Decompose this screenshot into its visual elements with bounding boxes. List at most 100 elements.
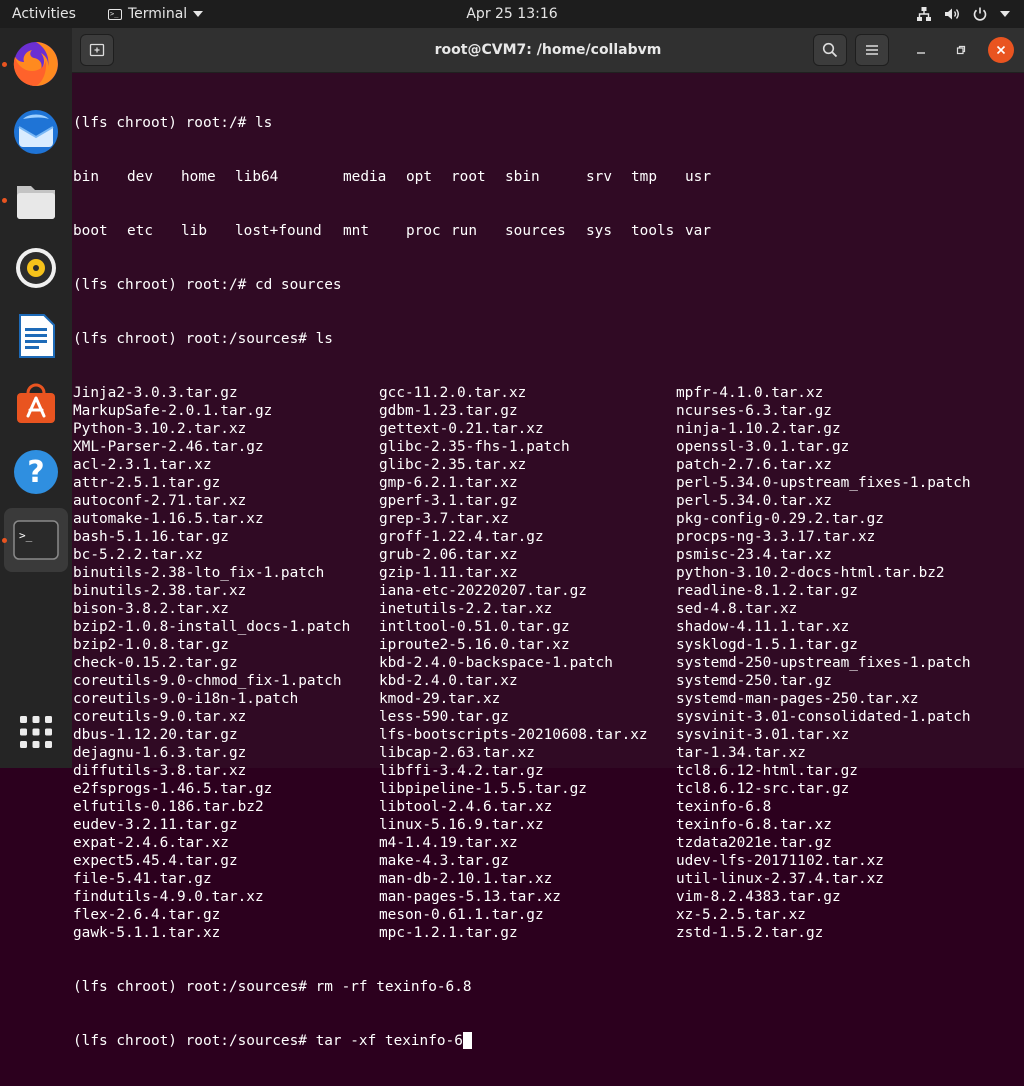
file-entry: perl-5.34.0-upstream_fixes-1.patch	[676, 475, 971, 491]
directory-entry: media	[343, 169, 387, 185]
file-entry: vim-8.2.4383.tar.gz	[676, 889, 841, 905]
listing-row: bzip2-1.0.8-install_docs-1.patch intltool…	[73, 618, 1024, 636]
file-entry: glibc-2.35.tar.xz	[379, 457, 527, 473]
root-listing-row: bin dev home lib64 media opt root sbin srv tmp usr	[73, 168, 1024, 186]
directory-entry: var	[685, 223, 711, 239]
chevron-down-icon	[1000, 11, 1010, 17]
app-menu-button[interactable]: >_ Terminal	[108, 0, 204, 28]
directory-entry: sources	[505, 223, 566, 239]
file-entry: m4-1.4.19.tar.xz	[379, 835, 518, 851]
file-entry: iana-etc-20220207.tar.gz	[379, 583, 587, 599]
file-entry: expat-2.4.6.tar.xz	[73, 835, 229, 851]
new-tab-button[interactable]	[80, 34, 114, 66]
terminal-output[interactable]: (lfs chroot) root:/# ls bin dev home lib64 m…	[72, 72, 1024, 1049]
help-icon: ?	[14, 450, 58, 494]
directory-entry: root	[451, 169, 486, 185]
activities-button[interactable]: Activities	[12, 0, 76, 28]
file-entry: systemd-man-pages-250.tar.xz	[676, 691, 919, 707]
hamburger-icon	[866, 45, 878, 55]
file-entry: groff-1.22.4.tar.gz	[379, 529, 544, 545]
file-entry: kmod-29.tar.xz	[379, 691, 501, 707]
file-entry: mpc-1.2.1.tar.gz	[379, 925, 518, 941]
listing-row: binutils-2.38.tar.xz iana-etc-20220207.ta…	[73, 582, 1024, 600]
maximize-button[interactable]	[948, 37, 974, 63]
close-button[interactable]	[988, 37, 1014, 63]
listing-row: expect5.45.4.tar.gz make-4.3.tar.gz udev-l…	[73, 852, 1024, 870]
clock[interactable]: Apr 25 13:16	[466, 6, 557, 22]
listing-row: bash-5.1.16.tar.gz groff-1.22.4.tar.gz pro…	[73, 528, 1024, 546]
directory-entry: sys	[586, 223, 612, 239]
directory-entry: run	[451, 223, 477, 239]
file-entry: ncurses-6.3.tar.gz	[676, 403, 832, 419]
directory-entry: lost+found	[235, 223, 322, 239]
file-entry: libtool-2.4.6.tar.xz	[379, 799, 553, 815]
file-entry: less-590.tar.gz	[379, 709, 509, 725]
listing-row: autoconf-2.71.tar.xz gperf-3.1.tar.gz perl…	[73, 492, 1024, 510]
dock-files[interactable]	[4, 168, 68, 232]
file-entry: pkg-config-0.29.2.tar.gz	[676, 511, 884, 527]
system-tray[interactable]	[916, 0, 1010, 28]
thunderbird-icon	[14, 110, 58, 154]
listing-row: XML-Parser-2.46.tar.gz glibc-2.35-fhs-1.p…	[73, 438, 1024, 456]
dock-writer[interactable]	[4, 304, 68, 368]
directory-entry: sbin	[505, 169, 540, 185]
file-entry: man-db-2.10.1.tar.xz	[379, 871, 553, 887]
listing-row: coreutils-9.0-i18n-1.patch kmod-29.tar.xz…	[73, 690, 1024, 708]
file-entry: systemd-250-upstream_fixes-1.patch	[676, 655, 971, 671]
file-entry: coreutils-9.0.tar.xz	[73, 709, 247, 725]
menu-button[interactable]	[855, 34, 889, 66]
file-entry: perl-5.34.0.tar.xz	[676, 493, 832, 509]
file-entry: ninja-1.10.2.tar.gz	[676, 421, 841, 437]
listing-row: dbus-1.12.20.tar.gz lfs-bootscripts-20210…	[73, 726, 1024, 744]
show-applications-button[interactable]	[4, 700, 68, 764]
software-icon	[17, 383, 55, 423]
directory-entry: opt	[406, 169, 432, 185]
file-entry: kbd-2.4.0-backspace-1.patch	[379, 655, 613, 671]
file-entry: python-3.10.2-docs-html.tar.bz2	[676, 565, 945, 581]
file-entry: sysvinit-3.01.tar.xz	[676, 727, 850, 743]
listing-row: acl-2.3.1.tar.xz glibc-2.35.tar.xz patch-2…	[73, 456, 1024, 474]
directory-entry: home	[181, 169, 216, 185]
file-entry: procps-ng-3.3.17.tar.xz	[676, 529, 876, 545]
file-entry: coreutils-9.0-i18n-1.patch	[73, 691, 299, 707]
terminal-window: root@CVM7: /home/collabvm (lfs chroot) r…	[72, 28, 1024, 1049]
file-entry: iproute2-5.16.0.tar.xz	[379, 637, 570, 653]
dock-rhythmbox[interactable]	[4, 236, 68, 300]
file-entry: udev-lfs-20171102.tar.xz	[676, 853, 884, 869]
file-entry: libffi-3.4.2.tar.gz	[379, 763, 544, 779]
listing-row: attr-2.5.1.tar.gz gmp-6.2.1.tar.xz perl-5.…	[73, 474, 1024, 492]
file-entry: zstd-1.5.2.tar.gz	[676, 925, 824, 941]
file-entry: linux-5.16.9.tar.xz	[379, 817, 544, 833]
file-entry: libcap-2.63.tar.xz	[379, 745, 535, 761]
file-entry: automake-1.16.5.tar.xz	[73, 511, 264, 527]
dock-thunderbird[interactable]	[4, 100, 68, 164]
directory-entry: srv	[586, 169, 612, 185]
directory-entry: lib64	[235, 169, 279, 185]
dock-terminal[interactable]: >_	[4, 508, 68, 572]
listing-row: dejagnu-1.6.3.tar.gz libcap-2.63.tar.xz ta…	[73, 744, 1024, 762]
chevron-down-icon	[193, 11, 204, 17]
header-bar[interactable]: root@CVM7: /home/collabvm	[72, 28, 1024, 73]
volume-icon	[945, 8, 959, 20]
file-entry: diffutils-3.8.tar.xz	[73, 763, 247, 779]
app-menu-label: Terminal	[128, 6, 188, 22]
file-entry: man-pages-5.13.tar.xz	[379, 889, 561, 905]
app-grid-icon	[20, 716, 52, 748]
rhythmbox-icon	[16, 248, 56, 288]
file-entry: patch-2.7.6.tar.xz	[676, 457, 832, 473]
terminal-line: (lfs chroot) root:/sources# rm -rf texin…	[73, 979, 472, 995]
file-entry: autoconf-2.71.tar.xz	[73, 493, 247, 509]
dock-software[interactable]	[4, 372, 68, 436]
file-entry: gawk-5.1.1.tar.xz	[73, 925, 221, 941]
dock-help[interactable]: ?	[4, 440, 68, 504]
dock-firefox[interactable]	[4, 32, 68, 96]
file-entry: bzip2-1.0.8.tar.gz	[73, 637, 229, 653]
terminal-input-line[interactable]: (lfs chroot) root:/sources# tar -xf texi…	[73, 1032, 1024, 1050]
minimize-button[interactable]	[908, 37, 934, 63]
directory-entry: bin	[73, 169, 99, 185]
search-button[interactable]	[813, 34, 847, 66]
directory-entry: tmp	[631, 169, 657, 185]
terminal-line: (lfs chroot) root:/sources# tar -xf texi…	[73, 1033, 463, 1049]
file-entry: binutils-2.38-lto_fix-1.patch	[73, 565, 325, 581]
file-entry: lfs-bootscripts-20210608.tar.xz	[379, 727, 648, 743]
